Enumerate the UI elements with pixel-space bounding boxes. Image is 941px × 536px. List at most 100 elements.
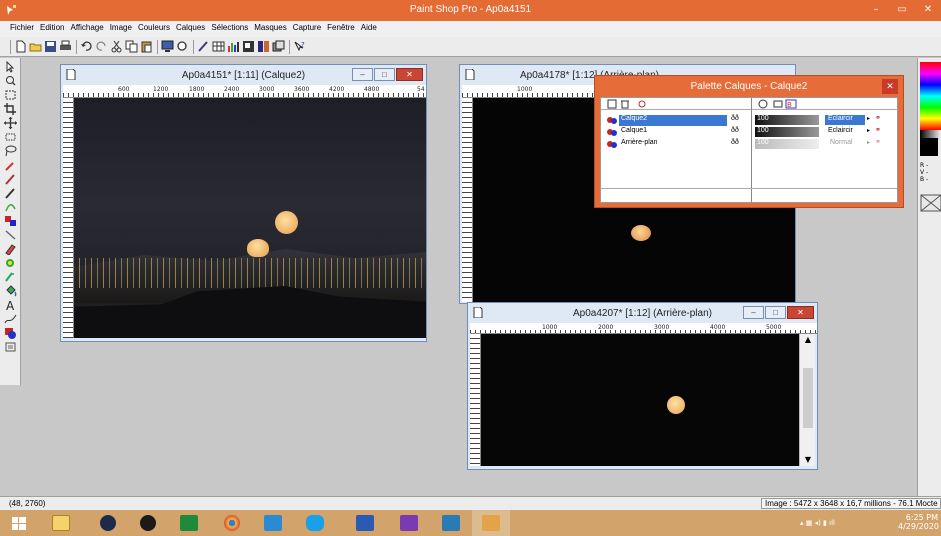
clone-brush-icon[interactable] bbox=[4, 187, 17, 199]
taskbar-registax[interactable] bbox=[254, 510, 292, 536]
maximize-button[interactable]: □ bbox=[374, 68, 395, 81]
menu-capture[interactable]: Capture bbox=[290, 21, 324, 37]
layers-icon[interactable] bbox=[272, 40, 285, 53]
preset-shapes-icon[interactable] bbox=[4, 327, 17, 339]
taskbar-display-app[interactable] bbox=[432, 510, 470, 536]
taskbar-hp[interactable] bbox=[128, 510, 166, 536]
blend-mode-select[interactable]: Eclaircir bbox=[825, 115, 865, 125]
paste-icon[interactable] bbox=[140, 40, 153, 53]
picture-tube-icon[interactable] bbox=[4, 257, 17, 269]
link-icon[interactable]: ⚭ bbox=[875, 114, 881, 122]
arrow-tool-icon[interactable] bbox=[4, 61, 17, 73]
image-canvas[interactable] bbox=[481, 334, 799, 466]
layer-row-arriere-plan[interactable]: Arrière-plan ðð bbox=[601, 139, 751, 150]
tray-icons[interactable]: ▴ ▦ ◂) ▮ ıll bbox=[800, 519, 835, 527]
color-replacer-icon[interactable] bbox=[4, 215, 17, 227]
taskbar-search-app[interactable] bbox=[390, 510, 428, 536]
taskbar-app-camera[interactable] bbox=[88, 510, 126, 536]
redo-icon[interactable] bbox=[95, 40, 108, 53]
cut-icon[interactable] bbox=[110, 40, 123, 53]
minimize-button[interactable]: – bbox=[352, 68, 373, 81]
color-picker[interactable] bbox=[920, 62, 941, 130]
menu-affichage[interactable]: Affichage bbox=[67, 21, 106, 37]
print-icon[interactable] bbox=[59, 40, 72, 53]
flood-fill-icon[interactable] bbox=[4, 285, 17, 297]
overview-icon[interactable] bbox=[242, 40, 255, 53]
scroll-down-icon[interactable]: ▼ bbox=[800, 454, 816, 466]
close-button[interactable]: ✕ bbox=[916, 0, 940, 21]
close-button[interactable]: ✕ bbox=[396, 68, 423, 81]
minimize-button[interactable]: – bbox=[743, 306, 764, 319]
menu-fenetre[interactable]: Fenêtre bbox=[324, 21, 358, 37]
layer-name[interactable]: Calque1 bbox=[619, 127, 647, 134]
draw-tool-icon[interactable] bbox=[4, 313, 17, 325]
blend-mode-select[interactable]: Eclaircir bbox=[825, 127, 865, 137]
image-canvas[interactable] bbox=[74, 98, 426, 338]
group-icon[interactable] bbox=[773, 99, 783, 109]
taskbar-store[interactable] bbox=[170, 510, 208, 536]
menu-edition[interactable]: Edition bbox=[37, 21, 67, 37]
link-icon[interactable]: ⚭ bbox=[875, 138, 881, 146]
link-icon[interactable]: ⚭ bbox=[875, 126, 881, 134]
layer-name[interactable]: Calque2 bbox=[619, 115, 727, 126]
copy-icon[interactable] bbox=[125, 40, 138, 53]
no-texture-icon[interactable] bbox=[920, 194, 941, 212]
zoom-tool-icon[interactable] bbox=[176, 40, 189, 53]
scrollbar-thumb[interactable] bbox=[803, 368, 813, 428]
opacity-slider[interactable]: 100 bbox=[755, 139, 819, 149]
visibility-icon[interactable]: ðð bbox=[731, 139, 739, 146]
text-tool-icon[interactable]: A bbox=[4, 299, 17, 311]
mask-icon[interactable] bbox=[758, 99, 768, 109]
image-window-ap0a4151[interactable]: Ap0a4151* [1:11] (Calque2) – □ ✕ 600 120… bbox=[60, 64, 427, 342]
taskbar-skype[interactable] bbox=[296, 510, 334, 536]
clock[interactable]: 6:25 PM 4/29/2020 bbox=[898, 513, 939, 531]
image-window-ap0a4207[interactable]: Ap0a4207* [1:12] (Arrière-plan) – □ ✕ 10… bbox=[467, 302, 818, 470]
taskbar-paint-shop-pro[interactable] bbox=[472, 510, 510, 536]
start-button[interactable] bbox=[0, 510, 38, 536]
layer-palette-titlebar[interactable]: Palette Calques - Calque2 ✕ bbox=[595, 76, 903, 97]
taskbar-shield-app[interactable] bbox=[346, 510, 384, 536]
layer-properties-icon[interactable] bbox=[637, 99, 647, 109]
lasso-icon[interactable] bbox=[4, 145, 17, 157]
vertical-scrollbar[interactable]: ▲ ▼ bbox=[799, 334, 815, 466]
blend-mode-select[interactable]: Normal bbox=[825, 139, 865, 149]
blend-ranges-icon[interactable]: B bbox=[785, 99, 797, 109]
palette-icon[interactable] bbox=[257, 40, 270, 53]
histogram-icon[interactable] bbox=[227, 40, 240, 53]
deform-tool-icon[interactable] bbox=[4, 89, 17, 101]
dropdown-arrow-icon[interactable]: ▸ bbox=[867, 115, 870, 122]
delete-layer-icon[interactable] bbox=[620, 99, 630, 109]
dropper-icon[interactable] bbox=[4, 159, 17, 171]
grid-icon[interactable] bbox=[212, 40, 225, 53]
foreground-color-swatch[interactable] bbox=[920, 138, 938, 156]
new-layer-icon[interactable] bbox=[607, 99, 617, 109]
minimize-button[interactable]: – bbox=[864, 0, 888, 21]
help-icon[interactable]: ? bbox=[293, 40, 306, 53]
brush-icon[interactable] bbox=[197, 40, 210, 53]
monitor-icon[interactable] bbox=[161, 40, 174, 53]
scratch-remover-icon[interactable] bbox=[4, 229, 17, 241]
menu-couleurs[interactable]: Couleurs bbox=[135, 21, 173, 37]
scroll-up-icon[interactable]: ▲ bbox=[800, 334, 816, 346]
maximize-button[interactable]: ▭ bbox=[890, 0, 914, 21]
taskbar-file-explorer[interactable] bbox=[42, 510, 80, 536]
visibility-icon[interactable]: ðð bbox=[731, 127, 739, 134]
dropdown-arrow-icon[interactable]: ▸ bbox=[867, 139, 870, 146]
paintbrush-icon[interactable] bbox=[4, 173, 17, 185]
layer-row-calque1[interactable]: Calque1 ðð bbox=[601, 127, 751, 138]
crop-icon[interactable] bbox=[4, 103, 17, 115]
menu-fichier[interactable]: Fichier bbox=[0, 21, 37, 37]
layer-palette[interactable]: Palette Calques - Calque2 ✕ B Calque2 ðð… bbox=[594, 75, 904, 208]
eraser-icon[interactable] bbox=[4, 243, 17, 255]
layer-row-calque2[interactable]: Calque2 ðð bbox=[601, 115, 751, 126]
image-window-titlebar[interactable]: Ap0a4151* [1:11] (Calque2) – □ ✕ bbox=[61, 65, 426, 85]
visibility-icon[interactable]: ðð bbox=[731, 115, 739, 122]
move-icon[interactable] bbox=[4, 117, 17, 129]
opacity-slider[interactable]: 100 bbox=[755, 115, 819, 125]
menu-aide[interactable]: Aide bbox=[358, 21, 380, 37]
layer-name[interactable]: Arrière-plan bbox=[619, 139, 658, 146]
selection-icon[interactable] bbox=[4, 131, 17, 143]
open-folder-icon[interactable] bbox=[29, 40, 42, 53]
menu-calques[interactable]: Calques bbox=[173, 21, 208, 37]
airbrush-icon[interactable] bbox=[4, 271, 17, 283]
